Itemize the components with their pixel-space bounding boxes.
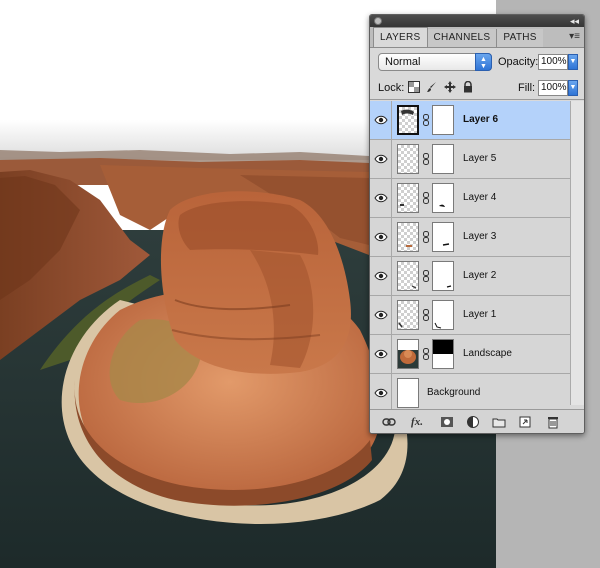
layer-name[interactable]: Layer 2: [463, 270, 496, 281]
select-arrows-icon: ▲ ▼: [475, 53, 492, 71]
layer-content-preview: [398, 340, 418, 364]
layer-thumbnail[interactable]: [397, 144, 419, 174]
mask-link-icon[interactable]: [423, 348, 429, 360]
visibility-toggle[interactable]: [370, 101, 392, 139]
layer-name[interactable]: Layer 6: [463, 114, 498, 125]
eye-icon: [374, 271, 388, 281]
visibility-toggle[interactable]: [370, 257, 392, 295]
fill-label: Fill:: [518, 82, 536, 94]
adjustment-layer-icon[interactable]: [466, 415, 480, 429]
eye-icon: [374, 310, 388, 320]
blend-row: Normal ▲ ▼ Opacity: 100% ▼: [370, 48, 584, 74]
layer-content-preview: [400, 204, 404, 206]
layer-name[interactable]: Layer 4: [463, 192, 496, 203]
mask-link-icon[interactable]: [423, 270, 429, 282]
lock-pixels-icon[interactable]: [426, 81, 438, 93]
layer-mask-thumbnail[interactable]: [432, 222, 454, 252]
mask-content-preview: [446, 285, 452, 288]
layer-thumbnail[interactable]: [397, 261, 419, 291]
blend-mode-select[interactable]: Normal ▲ ▼: [378, 53, 492, 71]
close-icon[interactable]: [374, 17, 382, 25]
layer-content-preview: [401, 109, 414, 115]
layer-content-preview: [398, 322, 403, 328]
visibility-toggle[interactable]: [370, 335, 392, 373]
new-group-icon[interactable]: [492, 415, 506, 429]
visibility-toggle[interactable]: [370, 140, 392, 178]
layers-scrollbar[interactable]: [570, 101, 584, 405]
opacity-label: Opacity:: [498, 56, 539, 68]
visibility-toggle[interactable]: [370, 374, 392, 412]
eye-icon: [374, 232, 388, 242]
layer-mask-thumbnail[interactable]: [432, 339, 454, 369]
layers-list: Layer 6 Layer 5 Layer 4 Layer 3 Layer 2 …: [370, 101, 570, 413]
lock-label: Lock:: [378, 82, 405, 94]
layer-row-layer-2[interactable]: Layer 2: [370, 257, 570, 296]
tab-paths[interactable]: PATHS: [497, 29, 543, 47]
trash-icon[interactable]: [546, 415, 560, 429]
mask-link-icon[interactable]: [423, 231, 429, 243]
opacity-field[interactable]: 100%: [538, 54, 568, 70]
lock-all-icon[interactable]: [462, 81, 474, 93]
mask-link-icon[interactable]: [423, 114, 429, 126]
layer-name[interactable]: Background: [427, 387, 480, 398]
tab-layers[interactable]: LAYERS: [373, 27, 428, 47]
mask-content-preview: [439, 204, 445, 207]
visibility-toggle[interactable]: [370, 296, 392, 334]
layer-thumbnail[interactable]: [397, 183, 419, 213]
layer-mask-thumbnail[interactable]: [432, 261, 454, 291]
layer-content-preview: [406, 245, 412, 247]
layer-thumbnail[interactable]: [397, 105, 419, 135]
visibility-toggle[interactable]: [370, 179, 392, 217]
eye-icon: [374, 388, 388, 398]
opacity-dropdown-icon[interactable]: ▼: [568, 54, 578, 70]
fill-field[interactable]: 100%: [538, 80, 568, 96]
layer-mask-thumbnail[interactable]: [432, 105, 454, 135]
layer-thumbnail[interactable]: [397, 378, 419, 408]
eye-icon: [374, 193, 388, 203]
eye-icon: [374, 154, 388, 164]
layer-name[interactable]: Layer 1: [463, 309, 496, 320]
tab-channels[interactable]: CHANNELS: [427, 29, 498, 47]
blend-mode-value: Normal: [385, 56, 421, 68]
mask-content-preview: [434, 322, 442, 329]
layer-row-layer-3[interactable]: Layer 3: [370, 218, 570, 257]
layer-thumbnail[interactable]: [397, 222, 419, 252]
link-layers-icon[interactable]: [382, 415, 396, 429]
mask-link-icon[interactable]: [423, 153, 429, 165]
layer-mask-thumbnail[interactable]: [432, 300, 454, 330]
panel-tabs: LAYERS CHANNELS PATHS ▾≡: [370, 27, 584, 48]
layer-row-layer-6[interactable]: Layer 6: [370, 101, 570, 140]
mask-link-icon[interactable]: [423, 192, 429, 204]
layer-row-layer-4[interactable]: Layer 4: [370, 179, 570, 218]
layer-content-preview: [411, 285, 417, 289]
panel-footer: fx.: [370, 409, 584, 433]
lock-transparency-icon[interactable]: [408, 81, 420, 93]
layer-row-layer-1[interactable]: Layer 1: [370, 296, 570, 335]
visibility-toggle[interactable]: [370, 218, 392, 256]
layer-mask-thumbnail[interactable]: [432, 144, 454, 174]
layer-thumbnail[interactable]: [397, 300, 419, 330]
layers-panel[interactable]: ◂◂ LAYERS CHANNELS PATHS ▾≡ Normal ▲ ▼ Op…: [369, 14, 585, 434]
layer-name[interactable]: Layer 5: [463, 153, 496, 164]
lock-row: Lock: Fill: 100% ▼: [370, 74, 584, 100]
eye-icon: [374, 349, 388, 359]
fill-dropdown-icon[interactable]: ▼: [568, 80, 578, 96]
add-mask-icon[interactable]: [440, 415, 454, 429]
layer-name[interactable]: Layer 3: [463, 231, 496, 242]
layer-row-background[interactable]: Background: [370, 374, 570, 413]
new-layer-icon[interactable]: [518, 415, 532, 429]
layer-row-layer-5[interactable]: Layer 5: [370, 140, 570, 179]
panel-menu-icon[interactable]: ▾≡: [569, 31, 580, 42]
eye-icon: [374, 115, 388, 125]
layer-row-landscape[interactable]: Landscape: [370, 335, 570, 374]
layer-mask-thumbnail[interactable]: [432, 183, 454, 213]
layer-thumbnail[interactable]: [397, 339, 419, 369]
collapse-icon[interactable]: ◂◂: [570, 15, 579, 27]
layer-name[interactable]: Landscape: [463, 348, 512, 359]
fx-icon[interactable]: fx.: [410, 415, 424, 429]
lock-position-icon[interactable]: [444, 81, 456, 93]
mask-link-icon[interactable]: [423, 309, 429, 321]
mask-content-preview: [442, 243, 450, 246]
panel-titlebar[interactable]: ◂◂: [370, 15, 584, 27]
